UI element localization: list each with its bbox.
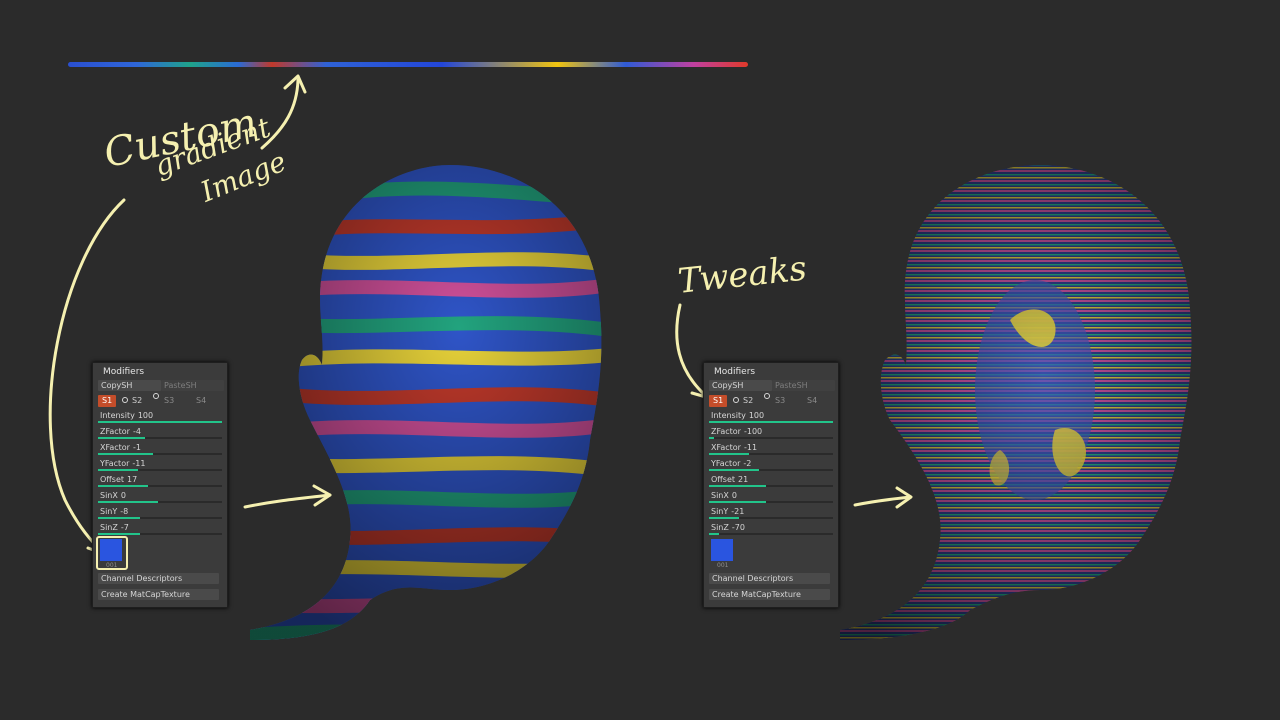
- slider-label: Intensity: [711, 411, 746, 420]
- arrow-to-panel-icon: [675, 303, 707, 397]
- slider-label: ZFactor: [100, 427, 130, 436]
- head-render-left: [250, 165, 602, 640]
- slider-yfactor[interactable]: YFactor -11: [98, 459, 224, 473]
- slider-fill: [709, 485, 767, 487]
- swatch-label: 001: [717, 562, 729, 569]
- slider-fill: [98, 533, 141, 535]
- gradient-image-bar: [68, 62, 748, 67]
- slider-fill: [709, 501, 767, 503]
- slider-label: Offset: [711, 475, 736, 484]
- slider-fill: [98, 501, 158, 503]
- slider-value: -4: [132, 427, 141, 436]
- tab-s2[interactable]: S2: [132, 395, 142, 407]
- slider-fill: [709, 437, 714, 439]
- slider-value: -11: [132, 459, 146, 468]
- slider-label: SinZ: [711, 523, 729, 532]
- slider-fill: [709, 453, 749, 455]
- tab-s2-dot-icon: [764, 393, 770, 399]
- slider-siny[interactable]: SinY -8: [98, 507, 224, 521]
- slider-value: 0: [731, 491, 737, 500]
- slider-fill: [98, 517, 141, 519]
- channel-descriptors-button[interactable]: Channel Descriptors: [98, 573, 219, 584]
- tab-s4[interactable]: S4: [196, 395, 206, 407]
- slider-label: YFactor: [100, 459, 130, 468]
- paste-sh-button[interactable]: PasteSH: [161, 380, 224, 391]
- slider-label: Offset: [100, 475, 125, 484]
- slider-value: -2: [743, 459, 752, 468]
- slider-value: -21: [731, 507, 745, 516]
- slider-label: XFactor: [711, 443, 741, 452]
- slider-value: 100: [137, 411, 154, 420]
- slider-value: 100: [748, 411, 765, 420]
- slider-fill: [98, 469, 138, 471]
- slider-value: -100: [743, 427, 763, 436]
- tab-s3[interactable]: S3: [164, 395, 174, 407]
- copy-sh-button[interactable]: CopySH: [98, 380, 161, 391]
- slider-label: SinX: [100, 491, 118, 500]
- tab-s3[interactable]: S3: [775, 395, 785, 407]
- slider-label: SinY: [100, 507, 118, 516]
- slider-sinz[interactable]: SinZ -70: [709, 523, 835, 537]
- slider-value: -8: [120, 507, 129, 516]
- slider-sinx[interactable]: SinX 0: [98, 491, 224, 505]
- tab-s1[interactable]: S1: [709, 395, 728, 407]
- create-matcap-texture-button[interactable]: Create MatCapTexture: [98, 589, 219, 600]
- slider-fill: [709, 517, 739, 519]
- tab-s2-dot-icon: [153, 393, 159, 399]
- slider-fill: [709, 469, 759, 471]
- modifiers-panel-left: Modifiers CopySH PasteSH S1 S2 S3 S4 Int…: [92, 362, 228, 608]
- tab-s2[interactable]: S2: [743, 395, 753, 407]
- tab-s1-dot-icon: [733, 397, 739, 403]
- slider-sinx[interactable]: SinX 0: [709, 491, 835, 505]
- slider-value: -1: [132, 443, 141, 452]
- slider-sinz[interactable]: SinZ -7: [98, 523, 224, 537]
- slider-label: ZFactor: [711, 427, 741, 436]
- slider-zfactor[interactable]: ZFactor -4: [98, 427, 224, 441]
- slider-intensity[interactable]: Intensity 100: [98, 411, 224, 425]
- annotation-tweaks: Tweaks: [676, 248, 809, 302]
- slider-fill: [98, 437, 146, 439]
- slider-yfactor[interactable]: YFactor -2: [709, 459, 835, 473]
- paste-sh-button[interactable]: PasteSH: [772, 380, 835, 391]
- slider-zfactor[interactable]: ZFactor -100: [709, 427, 835, 441]
- slider-value: 17: [127, 475, 138, 484]
- slider-label: SinY: [711, 507, 729, 516]
- head-render-right: [840, 165, 1192, 640]
- copy-sh-button[interactable]: CopySH: [709, 380, 772, 391]
- slider-xfactor[interactable]: XFactor -1: [98, 443, 224, 457]
- s-tabs: S1 S2 S3 S4: [98, 393, 222, 407]
- channel-descriptors-button[interactable]: Channel Descriptors: [709, 573, 830, 584]
- panel-title: Modifiers: [103, 367, 145, 377]
- slider-intensity[interactable]: Intensity 100: [709, 411, 835, 425]
- slider-value: -11: [743, 443, 758, 452]
- create-matcap-texture-button[interactable]: Create MatCapTexture: [709, 589, 830, 600]
- gradient-texture-swatch[interactable]: [100, 539, 122, 561]
- slider-label: XFactor: [100, 443, 130, 452]
- slider-label: Intensity: [100, 411, 135, 420]
- slider-fill: [98, 453, 153, 455]
- slider-label: YFactor: [711, 459, 741, 468]
- slider-value: -70: [731, 523, 745, 532]
- slider-value: 0: [120, 491, 126, 500]
- tab-s1[interactable]: S1: [98, 395, 117, 407]
- panel-title: Modifiers: [714, 367, 756, 377]
- modifiers-panel-right: Modifiers CopySH PasteSH S1 S2 S3 S4 Int…: [703, 362, 839, 608]
- slider-label: SinZ: [100, 523, 118, 532]
- tab-s1-dot-icon: [122, 397, 128, 403]
- slider-fill: [98, 421, 222, 423]
- slider-fill: [98, 485, 148, 487]
- slider-fill: [709, 421, 833, 423]
- slider-offset[interactable]: Offset 21: [709, 475, 835, 489]
- swatch-label: 001: [106, 562, 118, 569]
- tab-s4[interactable]: S4: [807, 395, 817, 407]
- slider-xfactor[interactable]: XFactor -11: [709, 443, 835, 457]
- gradient-texture-swatch[interactable]: [711, 539, 733, 561]
- slider-label: SinX: [711, 491, 729, 500]
- slider-siny[interactable]: SinY -21: [709, 507, 835, 521]
- slider-value: 21: [738, 475, 749, 484]
- slider-offset[interactable]: Offset 17: [98, 475, 224, 489]
- slider-fill: [709, 533, 719, 535]
- slider-value: -7: [120, 523, 129, 532]
- s-tabs: S1 S2 S3 S4: [709, 393, 833, 407]
